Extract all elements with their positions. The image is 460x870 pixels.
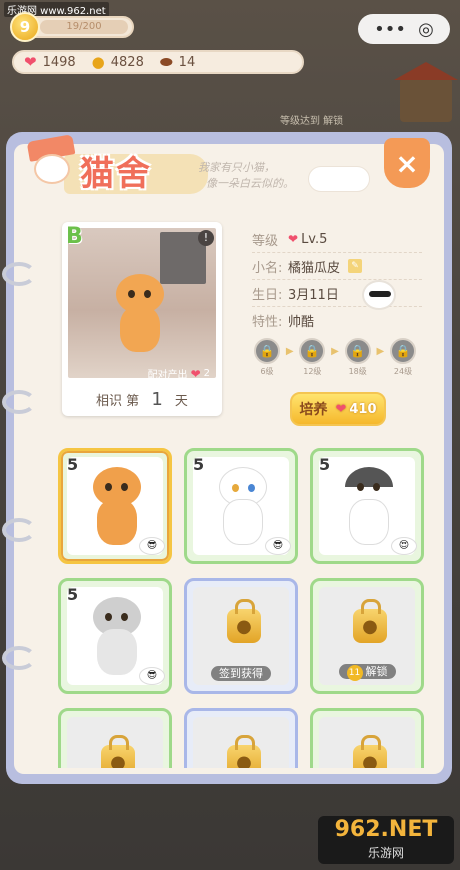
lock-icon: ●: [101, 735, 135, 768]
sleeping-cat-icon: [308, 166, 370, 192]
heart-icon: ❤: [190, 366, 201, 379]
info-icon[interactable]: !: [198, 230, 214, 246]
lock-icon: ●: [227, 735, 261, 768]
sunglasses-badge-icon: 😎: [139, 667, 165, 685]
coin-icon: ●: [91, 53, 105, 71]
arrow-icon: ▶: [285, 346, 294, 357]
bean-currency: ⬬ 14: [160, 53, 195, 71]
lock-icon: ●: [353, 599, 387, 643]
cattery-title: 猫舍: [24, 132, 208, 202]
locked-slot-signin[interactable]: ● 签到获得: [184, 578, 298, 694]
cultivate-cost: ❤ 410: [335, 401, 377, 417]
watermark-bottom: 962.NET 乐游网: [318, 816, 454, 864]
bean-value: 14: [178, 54, 196, 70]
info-trait-row: 特性: 帅酷: [252, 314, 315, 330]
heart-eyes-badge-icon: 😍: [391, 537, 417, 555]
milestone-12[interactable]: 🔒 12级: [297, 338, 327, 377]
ellipsis-icon[interactable]: •••: [374, 19, 406, 40]
info-level-row: 等级 ❤ Lv.5: [252, 231, 328, 249]
arrow-icon: ▶: [331, 346, 339, 357]
lock-icon: 🔒: [299, 338, 326, 364]
background-house: [394, 62, 458, 122]
heart-icon: ❤: [335, 401, 347, 417]
days-known: 相识 第 1 天: [96, 389, 188, 410]
ring-icon: [2, 390, 36, 414]
locked-slot[interactable]: ●: [58, 708, 172, 768]
sunglasses-badge-icon: 😎: [139, 537, 165, 555]
page-title: 猫舍: [80, 154, 152, 194]
locked-slot-level[interactable]: ● 11 解锁: [310, 578, 424, 694]
lock-icon: ●: [227, 599, 261, 643]
cat-photo-card: 配对产出 ❤ 2 B ! 相识 第 1 天: [62, 222, 222, 416]
milestone-track: 🔒 6级 ▶ 🔒 12级 ▶ 🔒 18级 ▶ 🔒 24级: [252, 338, 418, 382]
cat-info-list: 等级 ❤ Lv.5 小名: 橘猫瓜皮 ✎ 生日: 3月11日 特性: 帅酷: [252, 226, 422, 333]
heart-currency: ❤ 1498: [24, 53, 76, 71]
cat-slot-4[interactable]: 5 😎: [58, 578, 172, 694]
cat-slot-2[interactable]: 5 😎: [184, 448, 298, 564]
orange-cat-image: [108, 274, 178, 364]
orange-cat-image: [85, 467, 149, 547]
sunglasses-cat-icon: [362, 280, 396, 310]
heart-icon: ❤: [24, 53, 37, 71]
ring-icon: [2, 518, 36, 542]
tuxedo-cat-image: [337, 467, 401, 547]
cultivate-button[interactable]: 培养 ❤ 410: [290, 392, 386, 426]
info-name-row: 小名: 橘猫瓜皮 ✎: [252, 253, 422, 279]
grade-badge: B: [66, 224, 83, 249]
white-cat-image: [211, 467, 275, 547]
ring-icon: [2, 646, 36, 670]
currency-bar: ❤ 1498 ● 4828 ⬬ 14: [12, 50, 304, 74]
cat-slot-3[interactable]: 5 😍: [310, 448, 424, 564]
edit-icon[interactable]: ✎: [348, 259, 363, 273]
lock-icon: ●: [353, 735, 387, 768]
lock-icon: 🔒: [389, 338, 416, 364]
exp-progress: 19/200: [40, 20, 128, 34]
coin-value: 4828: [110, 54, 144, 70]
locked-slot[interactable]: ●: [184, 708, 298, 768]
lock-icon: 🔒: [344, 338, 371, 364]
milestone-6[interactable]: 🔒 6级: [252, 338, 282, 377]
player-level-badge: 9: [10, 12, 40, 42]
cat-photo: 配对产出 ❤ 2: [68, 228, 216, 378]
milestone-18[interactable]: 🔒 18级: [343, 338, 373, 377]
arrow-icon: ▶: [376, 346, 385, 357]
target-icon[interactable]: ◎: [418, 19, 434, 40]
milestone-24[interactable]: 🔒 24级: [388, 338, 418, 377]
background-unlock-label: 等级达到 解锁: [280, 116, 344, 127]
cat-slot-1[interactable]: 5 😎: [58, 448, 172, 564]
player-level-bar: 9 19/200: [10, 12, 134, 42]
gray-cat-image: [85, 597, 149, 677]
heart-value: 1498: [42, 54, 76, 70]
lock-icon: 🔒: [254, 338, 280, 364]
miniprogram-capsule[interactable]: ••• ◎: [358, 14, 450, 44]
ring-icon: [2, 262, 36, 286]
coin-currency: ● 4828: [92, 53, 144, 71]
close-button[interactable]: ×: [384, 138, 430, 188]
level-badge: 11: [346, 665, 363, 681]
cat-grid: 5 😎 5 😎 5 😍 5 😎 ● 签到获得 ● 11 解锁 ● ● ●: [46, 438, 434, 768]
bean-icon: ⬬: [159, 53, 173, 71]
cat-house-icon: [24, 134, 78, 184]
subtitle: 我家有只小猫， 像一朵白云似的。: [198, 161, 294, 190]
info-birthday-row: 生日: 3月11日: [252, 287, 339, 303]
locked-slot[interactable]: ●: [310, 708, 424, 768]
heart-icon: ❤: [288, 232, 299, 246]
pair-output: 配对产出 ❤ 2: [148, 366, 210, 379]
sunglasses-badge-icon: 😎: [265, 537, 291, 555]
